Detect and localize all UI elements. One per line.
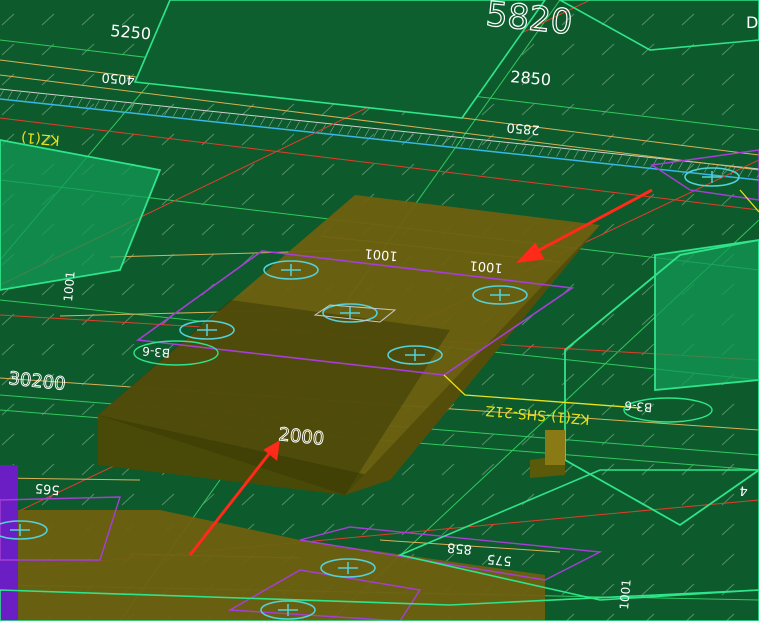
tag-kz-left: KZ(1) — [20, 129, 60, 148]
dim-2850-mirror: 2850 — [506, 119, 540, 137]
dim-1001-a: 1001 — [364, 245, 398, 263]
dim-1001-d: 1001 — [617, 579, 634, 611]
bubble-label-right: B3-6 — [624, 398, 653, 414]
cad-viewport[interactable]: 5250 5820 D 4050 2850 2850 30200 2000 10… — [0, 0, 759, 621]
dim-2850: 2850 — [510, 67, 552, 89]
dim-D: D — [746, 13, 758, 32]
dim-1001-c: 1001 — [61, 271, 78, 303]
dim-5250: 5250 — [110, 21, 152, 43]
stub-column — [545, 430, 565, 465]
dim-858: 858 — [447, 539, 473, 556]
purple-column — [0, 465, 18, 621]
cad-canvas[interactable]: 5250 5820 D 4050 2850 2850 30200 2000 10… — [0, 0, 759, 621]
dim-565: 565 — [34, 480, 60, 497]
bubble-label-left: B3-6 — [142, 344, 171, 360]
dim-4050: 4050 — [101, 69, 135, 87]
dim-4: 4 — [739, 482, 749, 498]
dim-1001-b: 1001 — [469, 257, 503, 275]
dim-575: 575 — [486, 551, 512, 568]
